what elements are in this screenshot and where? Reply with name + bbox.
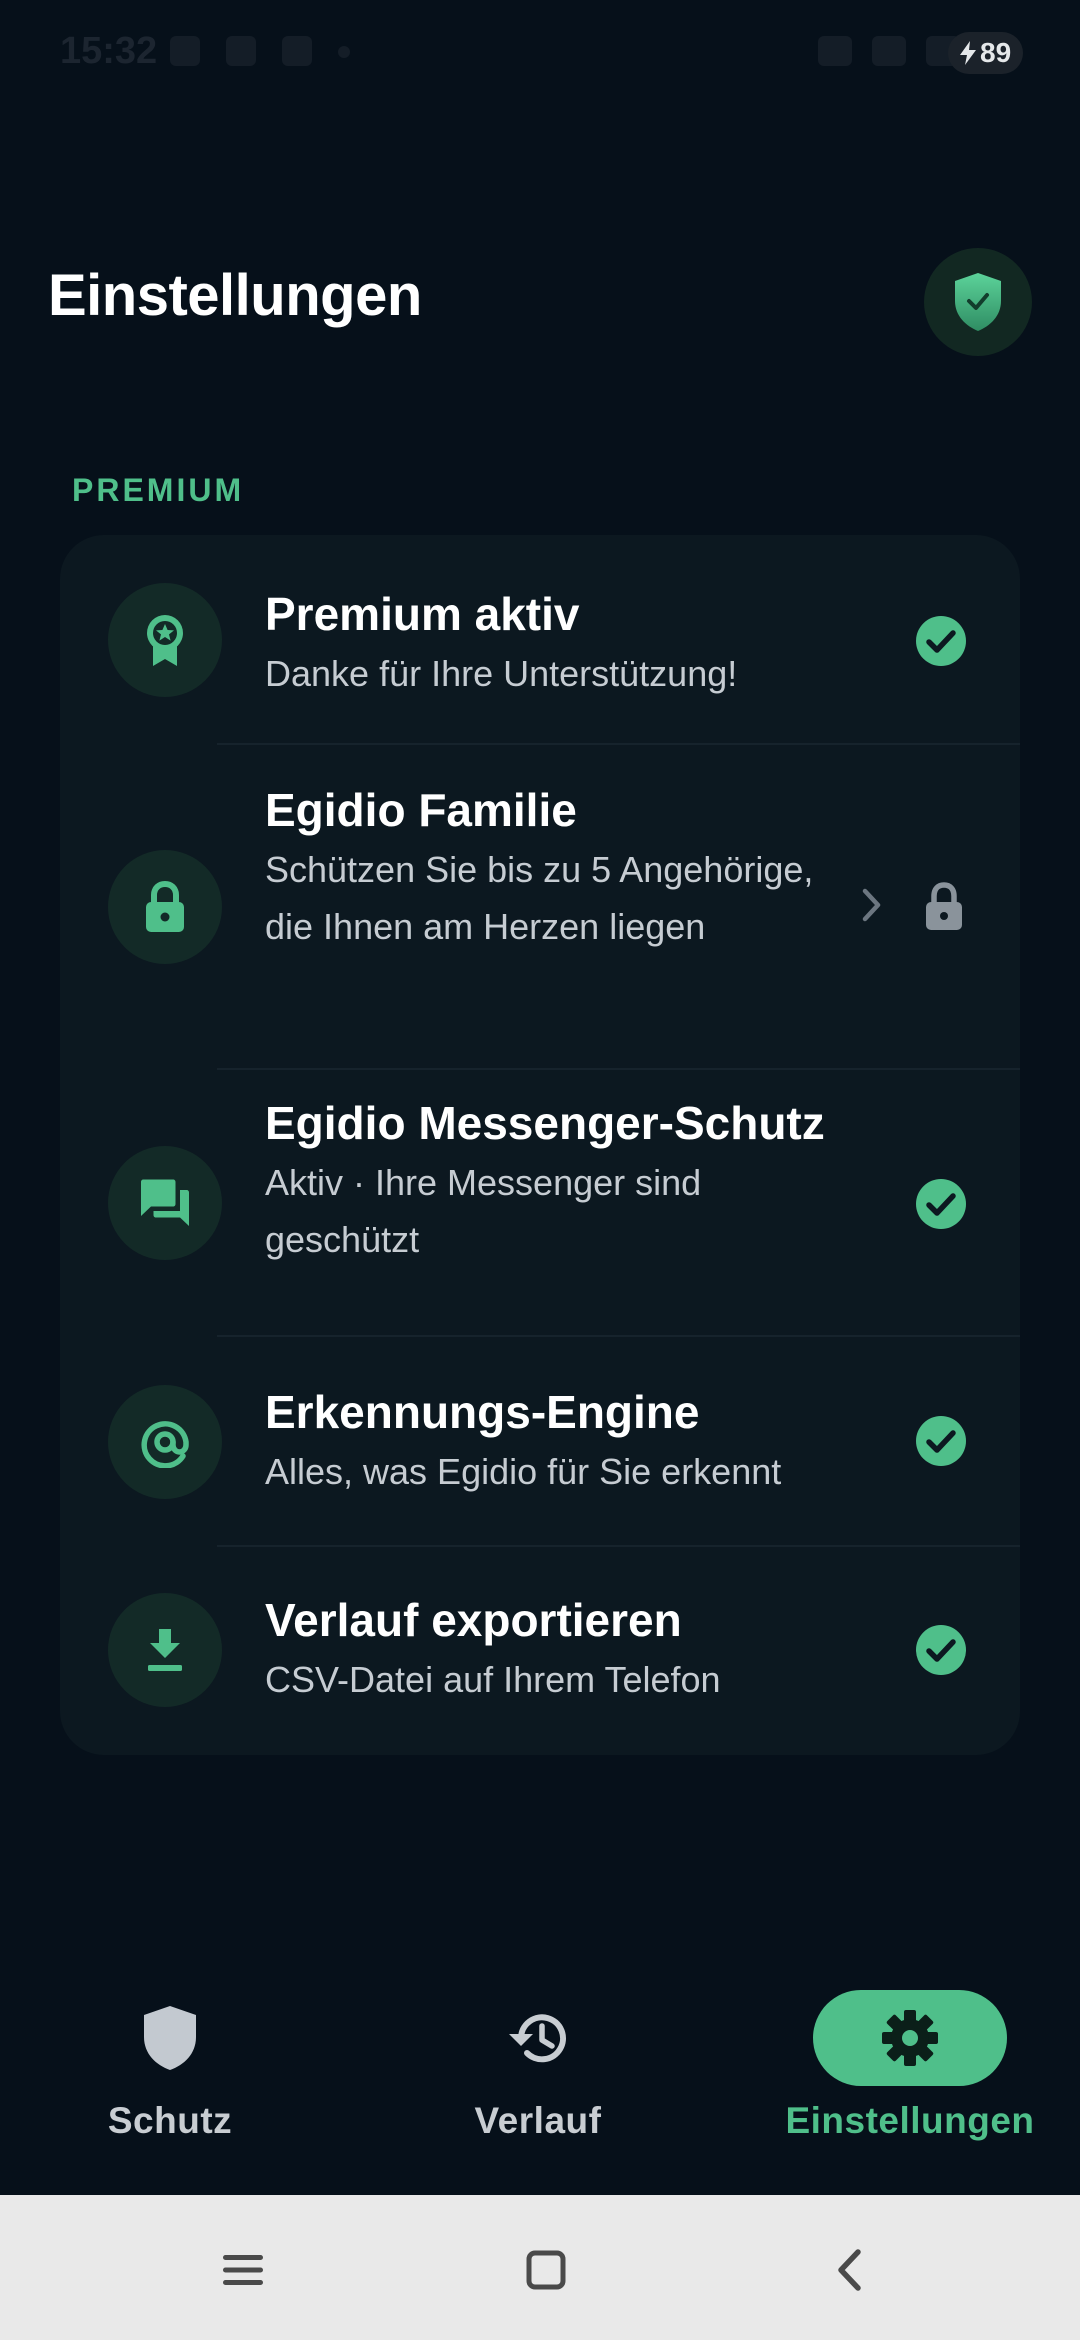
detection-icon-circle	[108, 1385, 222, 1499]
item-subtitle: Schützen Sie bis zu 5 Angehörige, die Ih…	[265, 849, 814, 947]
item-subtitle: Danke für Ihre Unterstützung!	[265, 653, 738, 694]
bottom-navigation: Schutz Verlauf Einstellungen	[0, 1960, 1080, 2195]
history-icon	[509, 2014, 566, 2063]
nav-label: Einstellungen	[785, 2100, 1035, 2141]
battery-level: 89	[980, 37, 1012, 68]
settings-item-export-history[interactable]: Verlauf exportieren CSV-Datei auf Ihrem …	[60, 1547, 1020, 1755]
page-title: Einstellungen	[48, 263, 422, 328]
screenshot-icon	[170, 36, 200, 66]
shield-status-icon	[226, 36, 256, 66]
download-icon	[148, 1629, 182, 1671]
nav-tab-einstellungen[interactable]: Einstellungen	[730, 1960, 1080, 2195]
home-button[interactable]	[511, 2235, 581, 2305]
item-title: Verlauf exportieren	[265, 1594, 682, 1646]
status-system-icons	[818, 36, 960, 66]
hotspot-icon	[818, 36, 852, 66]
chat-icon	[141, 1179, 189, 1226]
settings-item-messenger[interactable]: Egidio Messenger-Schutz Aktiv · Ihre Mes…	[60, 1070, 1020, 1337]
premium-icon-circle	[108, 583, 222, 697]
back-arrow-icon	[838, 2249, 861, 2291]
detection-text: Erkennungs-Engine Alles, was Egidio für …	[265, 1385, 781, 1500]
lock-icon	[146, 881, 184, 932]
nav-icon-container	[73, 1990, 267, 2086]
menu-icon	[223, 2255, 263, 2285]
check-circle-icon	[916, 616, 966, 666]
nav-label: Schutz	[107, 2100, 233, 2141]
nav-label: Verlauf	[474, 2100, 602, 2141]
item-title: Erkennungs-Engine	[265, 1386, 700, 1438]
shield-check-icon	[955, 273, 1001, 331]
family-icon-circle	[108, 850, 222, 964]
settings-item-premium[interactable]: Premium aktiv Danke für Ihre Unterstützu…	[60, 535, 1020, 745]
locked-status-icon	[926, 882, 962, 930]
item-subtitle: Alles, was Egidio für Sie erkennt	[265, 1451, 782, 1492]
at-target-icon	[141, 1421, 189, 1468]
item-title: Egidio Messenger-Schutz	[265, 1097, 825, 1149]
premium-settings-card: Premium aktiv Danke für Ihre Unterstützu…	[60, 535, 1020, 1755]
status-notification-icons	[170, 36, 350, 66]
status-time: 15:32	[60, 30, 158, 72]
protection-status-button[interactable]	[924, 248, 1032, 356]
charging-bolt-icon	[960, 41, 976, 65]
nav-icon-container	[441, 1990, 635, 2086]
system-navigation-bar	[0, 2195, 1080, 2340]
settings-item-detection-engine[interactable]: Erkennungs-Engine Alles, was Egidio für …	[60, 1337, 1020, 1547]
item-subtitle: Aktiv · Ihre Messenger sind geschützt	[265, 1162, 702, 1260]
shield-icon	[144, 2006, 196, 2070]
usb-icon	[282, 36, 312, 66]
settings-item-family[interactable]: Egidio Familie Schützen Sie bis zu 5 Ang…	[60, 745, 1020, 1070]
dot-icon	[338, 46, 350, 58]
gear-icon	[882, 2010, 938, 2066]
check-circle-icon	[916, 1416, 966, 1466]
item-title: Egidio Familie	[265, 784, 577, 836]
export-icon-circle	[108, 1593, 222, 1707]
messenger-icon-circle	[108, 1146, 222, 1260]
status-bar: 15:32 89	[0, 0, 1080, 110]
nav-icon-container-active	[813, 1990, 1007, 2086]
item-subtitle: CSV-Datei auf Ihrem Telefon	[265, 1659, 721, 1700]
nav-tab-verlauf[interactable]: Verlauf	[358, 1960, 718, 2195]
item-title: Premium aktiv	[265, 588, 580, 640]
chevron-right-icon	[862, 888, 881, 922]
award-star-icon	[147, 615, 183, 666]
battery-indicator: 89	[948, 32, 1024, 74]
check-circle-icon	[916, 1179, 966, 1229]
nav-tab-schutz[interactable]: Schutz	[0, 1960, 350, 2195]
back-button[interactable]	[814, 2235, 884, 2305]
premium-text: Premium aktiv Danke für Ihre Unterstützu…	[265, 587, 737, 702]
messenger-text: Egidio Messenger-Schutz Aktiv · Ihre Mes…	[265, 1096, 885, 1268]
no-sim-icon	[872, 36, 906, 66]
recent-apps-button[interactable]	[208, 2235, 278, 2305]
export-text: Verlauf exportieren CSV-Datei auf Ihrem …	[265, 1593, 721, 1708]
family-text: Egidio Familie Schützen Sie bis zu 5 Ang…	[265, 783, 825, 955]
square-icon	[526, 2250, 566, 2290]
section-label-premium: PREMIUM	[72, 472, 245, 508]
check-circle-icon	[916, 1625, 966, 1675]
